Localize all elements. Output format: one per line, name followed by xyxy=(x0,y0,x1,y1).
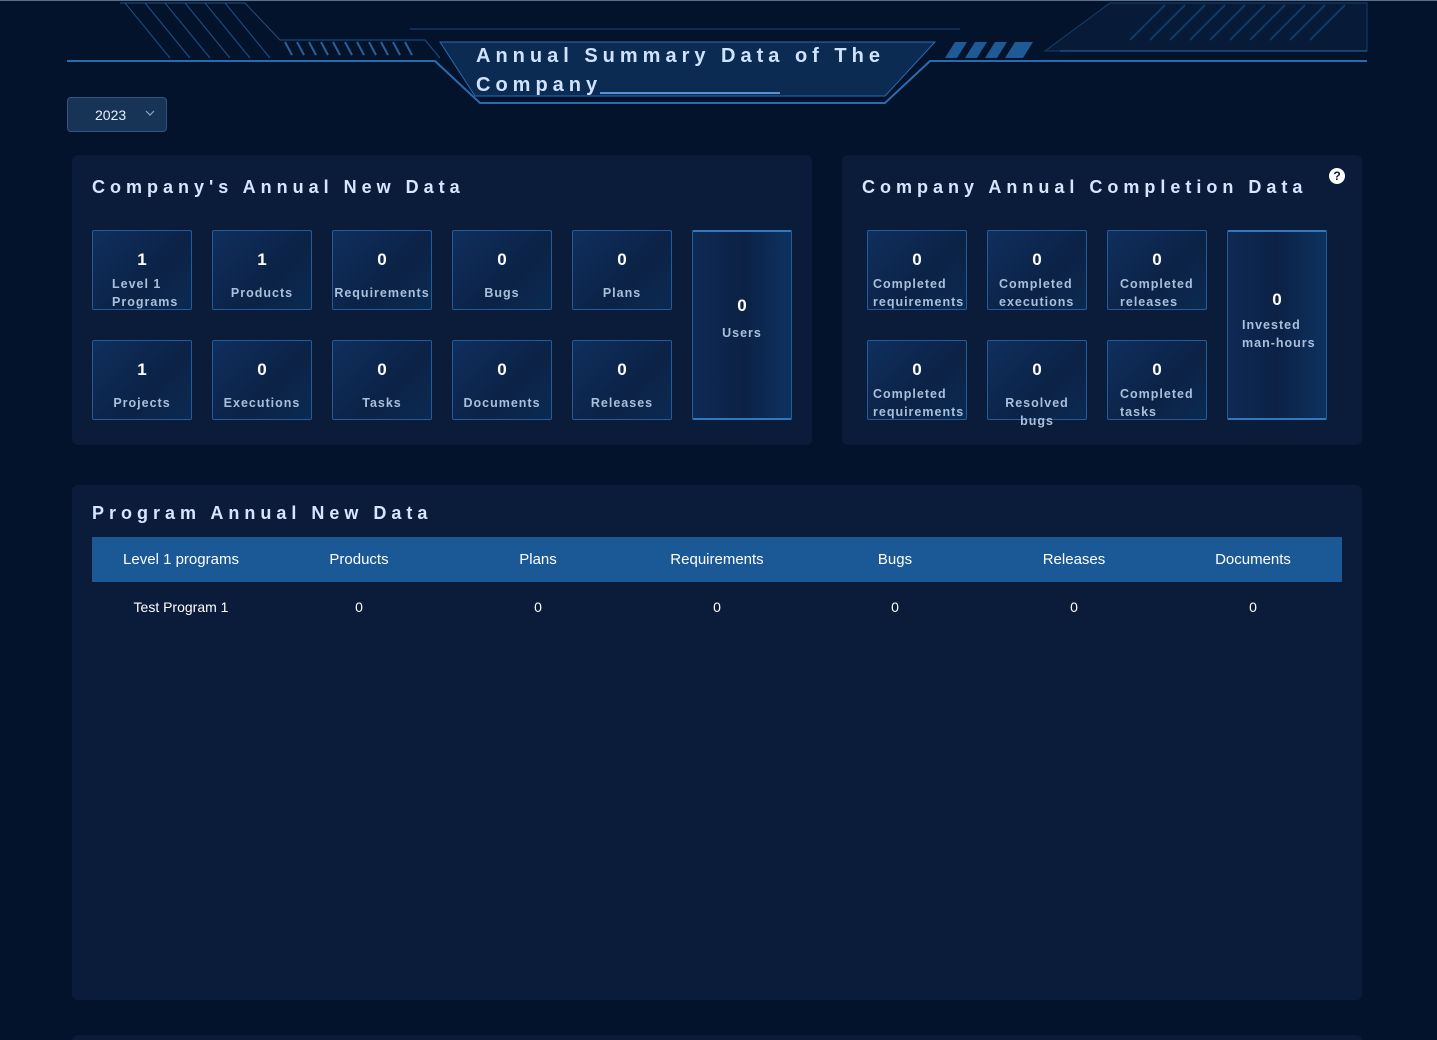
year-select[interactable]: 2023 xyxy=(67,97,167,132)
table-cell: 0 xyxy=(713,599,721,615)
card-value: 0 xyxy=(257,360,267,379)
card-label: Completed executions xyxy=(999,277,1075,309)
table-row: Test Program 1 0 0 0 0 0 0 xyxy=(92,590,1342,624)
table-cell: 0 xyxy=(534,599,542,615)
next-panel xyxy=(72,1035,1362,1040)
card-completed-tasks: 0 Completed tasks xyxy=(1107,340,1207,420)
year-select-value: 2023 xyxy=(95,107,127,123)
card-completed-executions: 0 Completed executions xyxy=(987,230,1087,310)
annual-new-data-title: Company's Annual New Data xyxy=(92,177,465,197)
card-value: 0 xyxy=(377,250,387,269)
card-products: 1 Products xyxy=(212,230,312,310)
card-value: 0 xyxy=(617,250,627,269)
card-value: 0 xyxy=(737,296,747,315)
card-releases: 0 Releases xyxy=(572,340,672,420)
program-table-header: Level 1 programs Products Plans Requirem… xyxy=(92,537,1342,582)
card-label: Executions xyxy=(223,396,301,410)
card-value: 0 xyxy=(1152,250,1162,269)
card-resolved-bugs: 0 Resolved bugs xyxy=(987,340,1087,428)
card-label: Completed requirements xyxy=(873,387,965,419)
card-value: 0 xyxy=(1152,360,1162,379)
card-completed-requirements-2: 0 Completed requirements xyxy=(867,340,967,420)
card-level1-programs: 1 Level 1 Programs xyxy=(92,230,192,310)
annual-completion-data-title: Company Annual Completion Data xyxy=(862,177,1308,197)
card-users: 0 Users xyxy=(692,230,792,420)
card-value: 0 xyxy=(1032,250,1042,269)
column-header: Releases xyxy=(1042,551,1106,568)
column-header: Documents xyxy=(1215,551,1291,568)
card-label: Releases xyxy=(590,396,654,410)
card-label: Invested man-hours xyxy=(1242,318,1316,350)
card-value: 1 xyxy=(137,250,147,269)
card-label: Completed tasks xyxy=(1120,387,1194,419)
card-label: Tasks xyxy=(362,396,402,410)
table-cell: 0 xyxy=(355,599,363,615)
table-cell: 0 xyxy=(891,599,899,615)
card-label: Plans xyxy=(602,286,642,300)
card-label: Documents xyxy=(463,396,541,410)
card-invested-man-hours: 0 Invested man-hours xyxy=(1227,230,1327,420)
card-value: 1 xyxy=(257,250,267,269)
column-header: Plans xyxy=(519,551,557,568)
card-value: 0 xyxy=(912,250,922,269)
card-completed-requirements: 0 Completed requirements xyxy=(867,230,967,310)
card-value: 0 xyxy=(1272,290,1282,309)
annual-new-data-panel: Company's Annual New Data 1 Level 1 Prog… xyxy=(72,155,812,445)
card-value: 0 xyxy=(1032,360,1042,379)
card-label: Completed releases xyxy=(1120,277,1194,309)
card-value: 0 xyxy=(377,360,387,379)
card-value: 0 xyxy=(497,250,507,269)
card-executions: 0 Executions xyxy=(212,340,312,420)
card-value: 0 xyxy=(912,360,922,379)
card-label: Products xyxy=(230,286,294,300)
chevron-down-icon xyxy=(145,110,155,116)
page-title: Annual Summary Data of The Company xyxy=(476,45,885,96)
card-label: Requirements xyxy=(334,286,430,300)
column-header: Level 1 programs xyxy=(123,551,239,568)
card-plans: 0 Plans xyxy=(572,230,672,310)
card-label: Level 1 Programs xyxy=(112,277,179,309)
table-cell: 0 xyxy=(1070,599,1078,615)
card-bugs: 0 Bugs xyxy=(452,230,552,310)
card-label: Resolved bugs xyxy=(1005,396,1069,428)
card-label: Bugs xyxy=(484,286,520,300)
table-cell: 0 xyxy=(1249,599,1257,615)
annual-completion-data-panel: Company Annual Completion Data 0 Complet… xyxy=(842,155,1362,445)
card-label: Users xyxy=(722,326,762,340)
card-value: 0 xyxy=(497,360,507,379)
card-documents: 0 Documents xyxy=(452,340,552,420)
help-icon[interactable]: ? xyxy=(1329,168,1345,184)
table-cell: Test Program 1 xyxy=(133,599,229,615)
card-completed-releases: 0 Completed releases xyxy=(1107,230,1207,310)
card-value: 1 xyxy=(137,360,147,379)
column-header: Bugs xyxy=(877,551,913,568)
card-tasks: 0 Tasks xyxy=(332,340,432,420)
card-label: Completed requirements xyxy=(873,277,965,309)
card-label: Projects xyxy=(113,396,171,410)
card-projects: 1 Projects xyxy=(92,340,192,420)
card-value: 0 xyxy=(617,360,627,379)
column-header: Requirements xyxy=(670,551,764,568)
card-requirements: 0 Requirements xyxy=(332,230,432,310)
program-annual-data-title: Program Annual New Data xyxy=(92,503,433,523)
column-header: Products xyxy=(329,551,389,568)
